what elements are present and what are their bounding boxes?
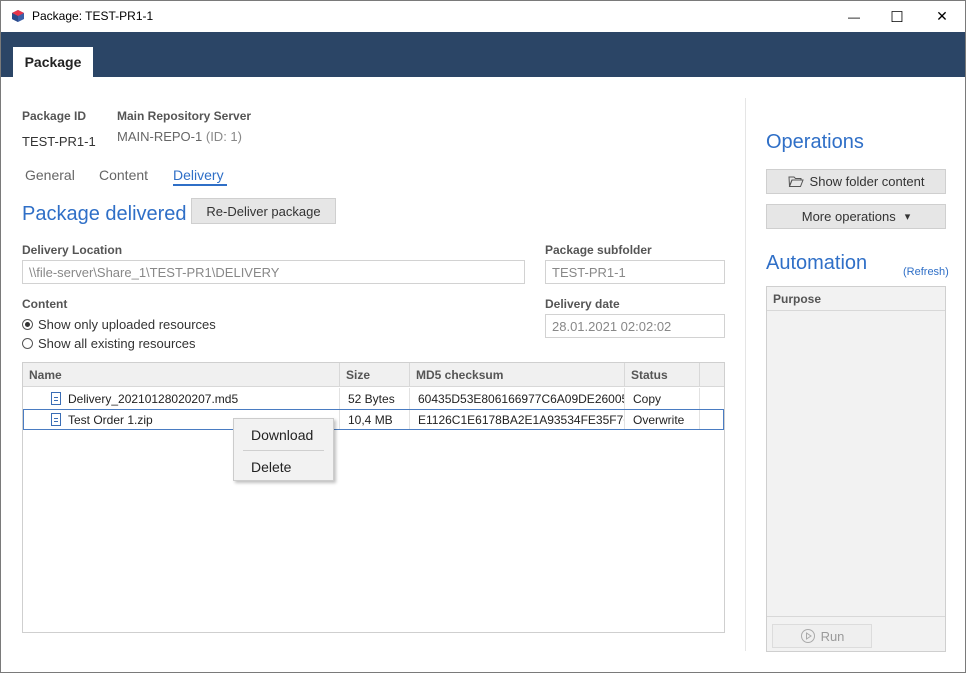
file-icon xyxy=(51,413,61,426)
cell-size: 10,4 MB xyxy=(340,410,410,429)
delivery-date-field[interactable]: 28.01.2021 02:02:02 xyxy=(545,314,725,338)
server-value: MAIN-REPO-1 (ID: 1) xyxy=(117,129,242,144)
radio-uploaded-row[interactable]: Show only uploaded resources xyxy=(22,317,216,332)
active-tab-indicator xyxy=(173,184,227,186)
more-operations-label: More operations xyxy=(801,209,896,224)
cell-size: 52 Bytes xyxy=(340,388,410,409)
tab-general[interactable]: General xyxy=(25,167,75,183)
file-name: Test Order 1.zip xyxy=(68,412,153,427)
grid-header: Name Size MD5 checksum Status xyxy=(23,363,724,387)
close-icon: ✕ xyxy=(936,8,948,24)
column-header-name[interactable]: Name xyxy=(23,363,340,387)
dropdown-caret-icon: ▾ xyxy=(904,211,911,223)
ribbon-bar: Package xyxy=(1,32,965,77)
package-window: Package: TEST-PR1-1 — ☐ ✕ Package Packag… xyxy=(0,0,966,673)
radio-uploaded-label: Show only uploaded resources xyxy=(38,317,216,332)
package-id-value: TEST-PR1-1 xyxy=(22,134,96,149)
refresh-link[interactable]: (Refresh) xyxy=(903,266,949,278)
close-button[interactable]: ✕ xyxy=(919,1,965,32)
cell-md5: 60435D53E806166977C6A09DE260055 xyxy=(410,388,625,409)
server-label: Main Repository Server xyxy=(117,109,252,123)
cell-status: Overwrite xyxy=(625,410,700,429)
column-header-filler xyxy=(700,363,724,387)
maximize-icon: ☐ xyxy=(890,8,904,26)
tab-delivery[interactable]: Delivery xyxy=(173,167,224,183)
table-row-selected[interactable]: Test Order 1.zip 10,4 MB E1126C1E6178BA2… xyxy=(23,409,724,430)
package-id-label: Package ID xyxy=(22,109,87,123)
cell-md5: E1126C1E6178BA2E1A93534FE35F761- xyxy=(410,410,625,429)
column-header-size[interactable]: Size xyxy=(340,363,410,387)
play-circle-icon xyxy=(800,629,815,643)
redeliver-button[interactable]: Re-Deliver package xyxy=(191,198,336,224)
app-cube-icon xyxy=(12,10,24,22)
radio-all-row[interactable]: Show all existing resources xyxy=(22,336,196,351)
delivery-location-field[interactable]: \\file-server\Share_1\TEST-PR1\DELIVERY xyxy=(22,260,525,284)
title-bar: Package: TEST-PR1-1 — ☐ ✕ xyxy=(1,1,965,32)
menu-separator xyxy=(243,450,324,451)
column-header-md5[interactable]: MD5 checksum xyxy=(410,363,625,387)
minimize-button[interactable]: — xyxy=(831,1,877,32)
radio-all-label: Show all existing resources xyxy=(38,336,196,351)
maximize-button[interactable]: ☐ xyxy=(874,1,920,32)
subfolder-field[interactable]: TEST-PR1-1 xyxy=(545,260,725,284)
automation-footer: Run xyxy=(767,616,945,651)
run-button[interactable]: Run xyxy=(772,624,872,648)
show-folder-content-label: Show folder content xyxy=(809,174,925,189)
run-label: Run xyxy=(820,628,845,644)
cell-name: Delivery_20210128020207.md5 xyxy=(23,388,340,409)
delivery-files-grid[interactable]: Name Size MD5 checksum Status Delivery_2… xyxy=(22,362,725,633)
content-label: Content xyxy=(22,297,68,311)
more-operations-button[interactable]: More operations ▾ xyxy=(766,204,946,229)
server-id: (ID: 1) xyxy=(205,129,242,144)
automation-list[interactable] xyxy=(767,311,945,616)
tab-content[interactable]: Content xyxy=(99,167,148,183)
column-header-status[interactable]: Status xyxy=(625,363,700,387)
operations-heading: Operations xyxy=(766,131,864,153)
window-title: Package: TEST-PR1-1 xyxy=(32,9,154,23)
panel-divider xyxy=(745,98,746,651)
subfolder-label: Package subfolder xyxy=(545,243,652,257)
delivery-location-label: Delivery Location xyxy=(22,243,123,257)
table-row[interactable]: Delivery_20210128020207.md5 52 Bytes 604… xyxy=(23,388,724,409)
menu-item-delete[interactable]: Delete xyxy=(234,453,333,481)
delivery-status-heading: Package delivered xyxy=(22,203,187,225)
delivery-date-label: Delivery date xyxy=(545,297,620,311)
radio-uploaded[interactable] xyxy=(22,319,33,330)
context-menu: Download Delete xyxy=(233,418,334,481)
open-folder-icon xyxy=(788,176,804,187)
radio-all[interactable] xyxy=(22,338,33,349)
automation-panel: Purpose Run xyxy=(766,286,946,652)
purpose-column-header[interactable]: Purpose xyxy=(767,287,945,311)
automation-heading: Automation xyxy=(766,252,868,274)
show-folder-content-button[interactable]: Show folder content xyxy=(766,169,946,194)
file-name: Delivery_20210128020207.md5 xyxy=(68,391,239,406)
ribbon-tab-package[interactable]: Package xyxy=(13,47,93,77)
cell-status: Copy xyxy=(625,388,700,409)
minimize-icon: — xyxy=(848,9,860,24)
menu-item-download[interactable]: Download xyxy=(234,421,333,449)
server-name: MAIN-REPO-1 xyxy=(117,129,203,144)
file-icon xyxy=(51,392,61,405)
